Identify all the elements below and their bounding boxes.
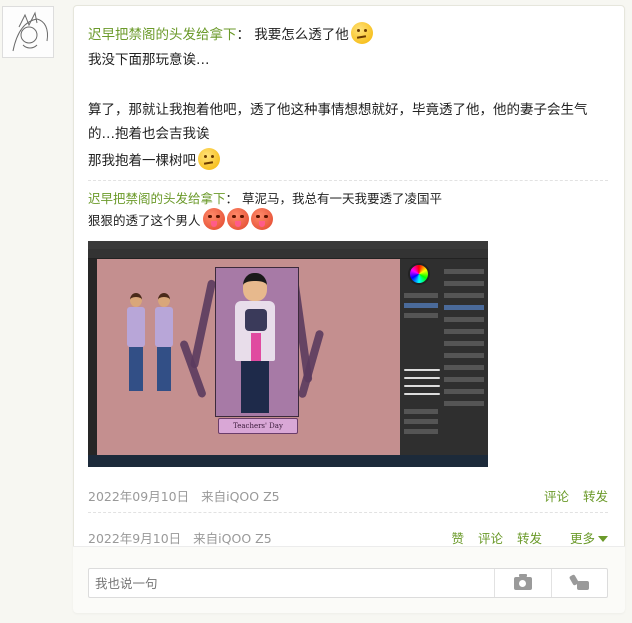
divider <box>88 512 608 513</box>
color-wheel-icon <box>408 263 430 285</box>
repost-repost-button[interactable]: 转发 <box>583 489 608 504</box>
avatar-sketch-icon <box>3 7 53 57</box>
repost-text-2: 狠狠的透了这个男人 <box>88 213 201 228</box>
comment-button[interactable]: 评论 <box>478 531 503 546</box>
thumbs-up-icon <box>571 575 589 591</box>
app-toolbar <box>88 249 488 259</box>
repost-line-1: 迟早把禁阁的头发给拿下： 草泥马，我总有一天我要透了凌国平 <box>88 191 443 206</box>
post-line-1: 迟早把禁阁的头发给拿下： 我要怎么透了他 <box>88 22 373 47</box>
comment-box <box>88 568 608 598</box>
os-taskbar <box>88 455 488 467</box>
hot-face-icon <box>226 208 249 230</box>
hot-face-icon <box>202 208 225 230</box>
repost-meta: 2022年09月10日 来自iQOO Z5 <box>88 486 280 505</box>
hot-face-icon <box>250 208 273 230</box>
post-text-3: 算了，那就让我抱着他吧，透了他这种事情想想就好，毕竟透了他，他的妻子会生气的…抱… <box>88 102 588 142</box>
drawing-canvas: Teachers' Day <box>97 259 400 455</box>
sketch-figure-2 <box>155 293 173 393</box>
post-date[interactable]: 2022年9月10日 <box>88 531 181 546</box>
comment-input[interactable] <box>89 569 493 597</box>
repost-date[interactable]: 2022年09月10日 <box>88 489 189 504</box>
thinking-face-icon <box>198 148 220 170</box>
post-image[interactable]: Teachers' Day <box>88 241 488 467</box>
photo-button[interactable] <box>494 569 551 597</box>
post-meta: 2022年9月10日 来自iQOO Z5 <box>88 528 272 547</box>
teachers-day-banner: Teachers' Day <box>218 418 298 434</box>
post-text-4: 那我抱着一棵树吧 <box>88 153 196 169</box>
divider <box>88 180 608 181</box>
post-text-1: 我要怎么透了他 <box>254 27 349 43</box>
like-comment-button[interactable] <box>551 569 608 597</box>
tool-palette <box>88 259 97 455</box>
more-label: 更多 <box>569 531 595 546</box>
repost-source: 来自iQOO Z5 <box>201 489 280 504</box>
like-button[interactable]: 赞 <box>451 531 464 546</box>
layer-panel <box>400 259 488 455</box>
post-line-4: 那我抱着一棵树吧 <box>88 148 220 173</box>
post-text-2: 我没下面那玩意诶… <box>88 52 210 68</box>
repost-text-1: 草泥马，我总有一天我要透了凌国平 <box>242 191 443 206</box>
repost-author-link[interactable]: 迟早把禁阁的头发给拿下 <box>88 191 226 206</box>
camera-icon <box>514 573 532 590</box>
repost-comment-button[interactable]: 评论 <box>544 489 569 504</box>
character-figure <box>235 273 275 413</box>
app-menubar <box>88 241 488 249</box>
repost-button[interactable]: 转发 <box>517 531 542 546</box>
post-author-link[interactable]: 迟早把禁阁的头发给拿下 <box>88 27 237 43</box>
ribbon-shape <box>189 279 217 369</box>
sketch-figure-1 <box>127 293 145 393</box>
more-button[interactable]: 更多 <box>556 531 608 546</box>
avatar[interactable] <box>2 6 54 58</box>
post-actions: 赞评论 转发 更多 <box>437 528 608 547</box>
repost-actions: 评论 转发 <box>530 486 608 505</box>
repost-line-2: 狠狠的透了这个男人 <box>88 208 273 232</box>
chevron-down-icon <box>598 536 608 542</box>
thinking-face-icon <box>350 22 373 44</box>
post-source: 来自iQOO Z5 <box>193 531 272 546</box>
